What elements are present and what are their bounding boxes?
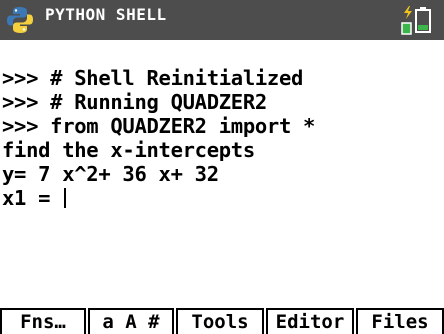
shell-input-prompt: x1 = xyxy=(2,186,63,210)
shell-line-running: >>> # Running QUADZER2 xyxy=(2,90,442,114)
title-bar: PYTHON SHELL xyxy=(0,0,444,40)
shell-line-text: >>> from QUADZER2 import * xyxy=(2,114,316,138)
char-menu-button[interactable]: a A # xyxy=(88,308,174,334)
shell-output[interactable]: >>> # Shell Reinitialized >>> # Running … xyxy=(2,66,442,210)
fns-menu-button[interactable]: Fns… xyxy=(0,308,86,334)
editor-menu-button[interactable]: Editor xyxy=(266,308,354,334)
files-menu-button[interactable]: Files xyxy=(356,308,444,334)
tools-menu-button[interactable]: Tools xyxy=(176,308,264,334)
shell-line-text: find the x-intercepts xyxy=(2,138,255,162)
shell-line-text: y= 7 x^2+ 36 x+ 32 xyxy=(2,162,219,186)
shell-line-text: >>> # Running QUADZER2 xyxy=(2,90,267,114)
shell-line-import: >>> from QUADZER2 import * xyxy=(2,114,442,138)
app-title: PYTHON SHELL xyxy=(45,5,167,24)
shell-line-output-heading: find the x-intercepts xyxy=(2,138,442,162)
shell-line-reinitialized: >>> # Shell Reinitialized xyxy=(2,66,442,90)
calculator-screen: PYTHON SHELL >>> # Shell Reinitialized >… xyxy=(0,0,444,334)
softkey-bar: Fns… a A # Tools Editor Files xyxy=(0,307,444,334)
shell-line-text: >>> # Shell Reinitialized xyxy=(2,66,304,90)
python-logo-icon xyxy=(7,7,33,33)
shell-input-line[interactable]: x1 = xyxy=(2,186,442,210)
battery-icon xyxy=(401,6,431,35)
text-cursor xyxy=(64,188,67,208)
shell-line-equation: y= 7 x^2+ 36 x+ 32 xyxy=(2,162,442,186)
